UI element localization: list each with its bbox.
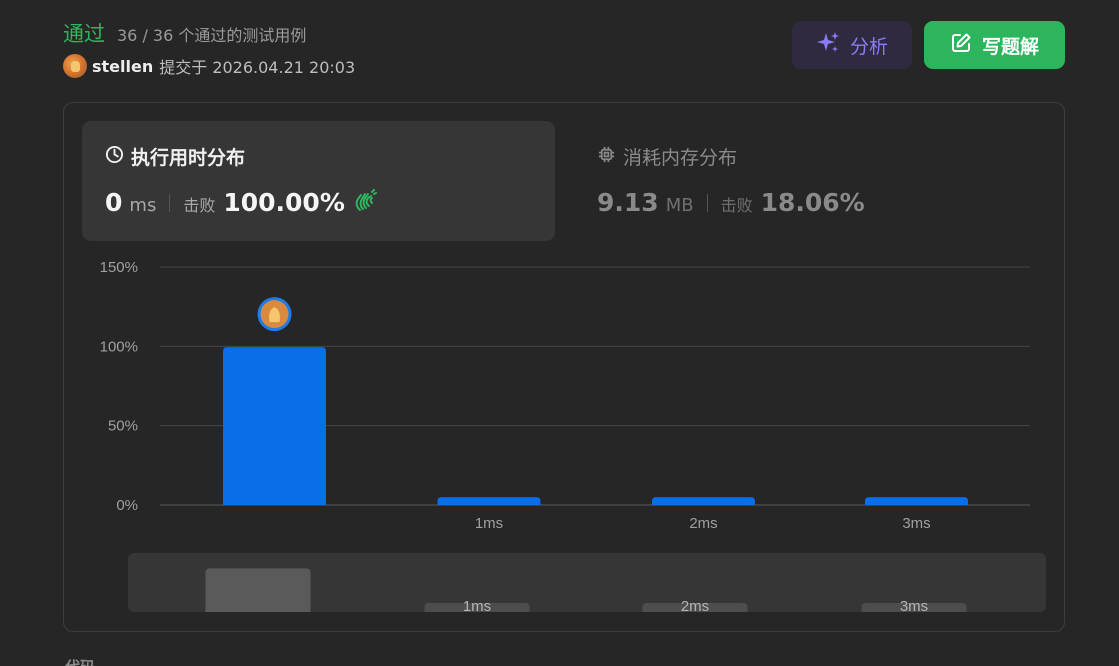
metric-divider — [169, 193, 171, 212]
clapping-hands-icon — [353, 188, 377, 217]
metric-divider — [706, 193, 708, 212]
memory-metric: 9.13 MB 击败 18.06% — [597, 188, 865, 217]
edit-icon — [950, 32, 972, 59]
runtime-tab-title[interactable]: 执行用时分布 — [105, 143, 245, 170]
navigator-bar — [205, 568, 311, 612]
clock-icon — [105, 145, 124, 169]
code-section-label: 代码 — [65, 656, 95, 666]
user-avatar[interactable] — [63, 54, 87, 78]
write-solution-label: 写题解 — [981, 35, 1039, 58]
chart-range-navigator[interactable]: 1ms 2ms 3ms — [128, 553, 1046, 612]
submission-meta: stellen 提交于 2026.04.21 20:03 — [63, 54, 355, 78]
write-solution-button[interactable]: 写题解 — [924, 21, 1065, 69]
navigator-tick-label: 2ms — [681, 598, 709, 612]
sparkle-icon — [816, 31, 840, 60]
navigator-svg: 1ms 2ms 3ms — [205, 568, 967, 612]
runtime-unit: ms — [129, 195, 157, 216]
navigator-tick-label: 1ms — [463, 598, 491, 612]
test-case-count: 36 / 36 个通过的测试用例 — [117, 26, 307, 45]
memory-tab-title[interactable]: 消耗内存分布 — [597, 143, 737, 170]
analyze-button[interactable]: 分析 — [792, 21, 912, 69]
runtime-beats-value: 100.00% — [223, 188, 345, 217]
submission-result-page: 通过 36 / 36 个通过的测试用例 stellen 提交于 2026.04.… — [0, 0, 1119, 666]
runtime-beats-label: 击败 — [183, 196, 216, 215]
memory-value: 9.13 — [597, 188, 659, 217]
memory-beats-value: 18.06% — [760, 188, 865, 217]
runtime-metric: 0 ms 击败 100.00% — [105, 188, 377, 217]
runtime-tab[interactable] — [82, 121, 555, 241]
runtime-title-label: 执行用时分布 — [131, 147, 246, 169]
memory-title-label: 消耗内存分布 — [623, 147, 738, 169]
navigator-tick-label: 3ms — [900, 598, 928, 612]
memory-beats-label: 击败 — [720, 196, 753, 215]
username-link[interactable]: stellen — [92, 57, 153, 76]
status-label: 通过 — [63, 22, 105, 46]
analyze-label: 分析 — [849, 35, 888, 58]
chip-icon — [597, 145, 616, 169]
submitted-timestamp: 提交于 2026.04.21 20:03 — [159, 58, 356, 77]
runtime-value: 0 — [105, 188, 123, 217]
submission-status: 通过 36 / 36 个通过的测试用例 — [63, 18, 306, 48]
memory-unit: MB — [665, 195, 694, 216]
